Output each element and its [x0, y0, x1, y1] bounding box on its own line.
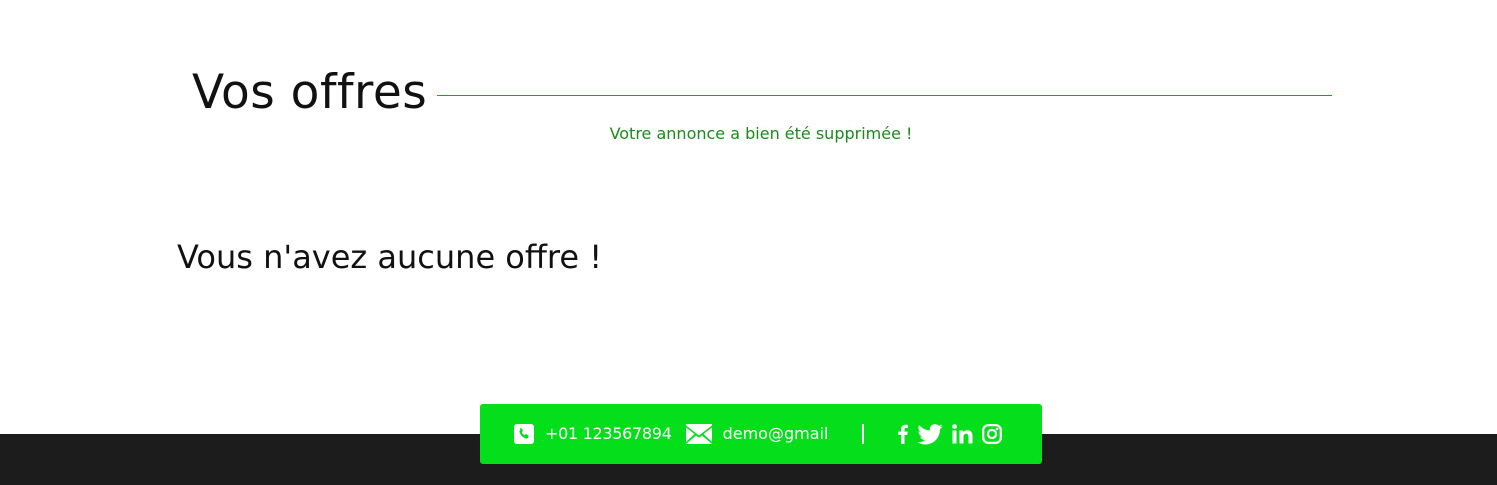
- page-heading: Vos offres: [192, 62, 1332, 124]
- flash-message: Votre annonce a bien été supprimée !: [609, 124, 913, 143]
- social-links: [898, 423, 1011, 445]
- phone-icon: [514, 424, 534, 444]
- twitter-icon[interactable]: [917, 423, 943, 445]
- envelope-icon: [685, 424, 712, 444]
- linkedin-icon[interactable]: [952, 424, 973, 444]
- contact-divider: [862, 424, 865, 444]
- footer-contact-box: +01 123567894 demo@gmail: [480, 404, 1042, 464]
- page-title: Vos offres: [192, 65, 428, 120]
- title-divider-line: [437, 94, 1332, 96]
- email-contact[interactable]: demo@gmail: [685, 424, 829, 444]
- phone-contact[interactable]: +01 123567894: [514, 424, 672, 444]
- instagram-icon[interactable]: [982, 424, 1003, 444]
- facebook-icon[interactable]: [898, 424, 909, 444]
- email-address: demo@gmail: [722, 424, 829, 443]
- empty-offers-message: Vous n'avez aucune offre !: [177, 238, 603, 276]
- phone-number: +01 123567894: [545, 424, 672, 443]
